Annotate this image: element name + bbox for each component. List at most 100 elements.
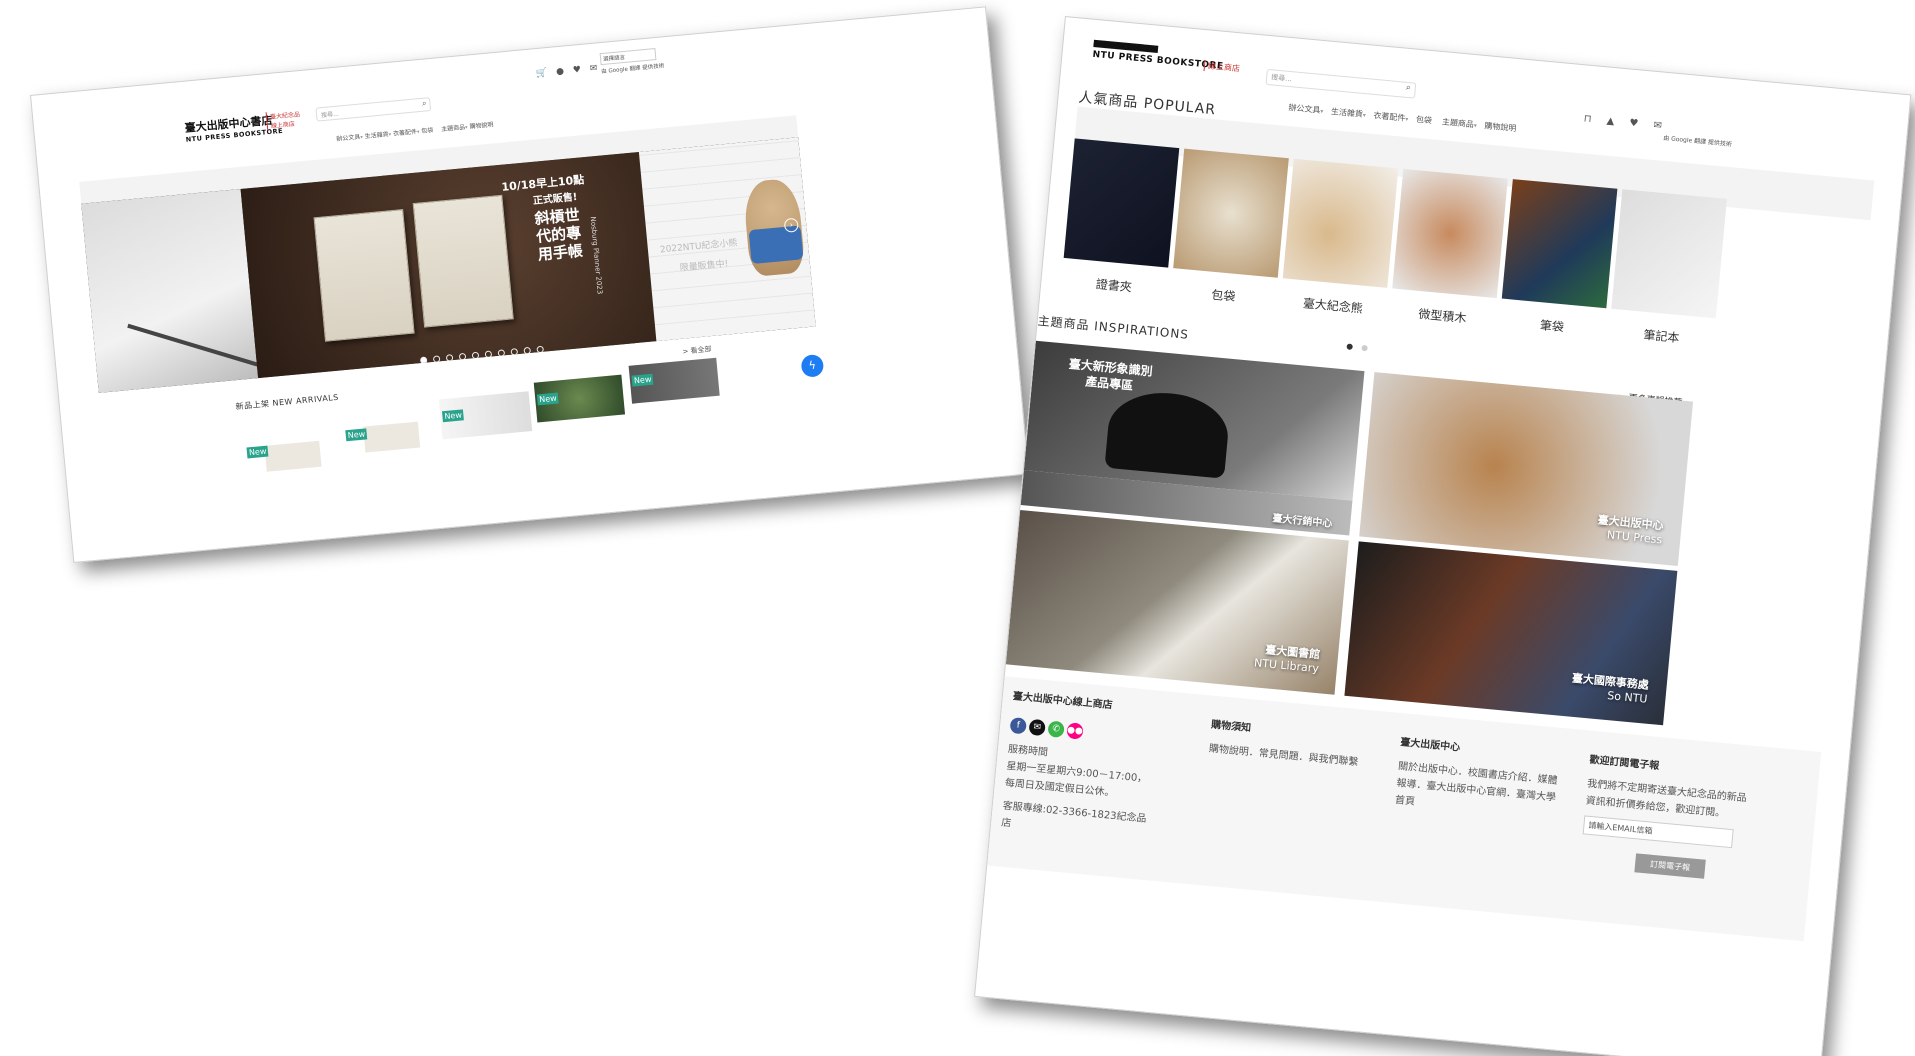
user-icon[interactable]: ▲ <box>1606 116 1615 128</box>
translate-widget[interactable]: 選擇語言 由 Google 翻譯 提供技術 <box>599 47 664 75</box>
planner-2 <box>412 194 514 328</box>
planner-1 <box>313 209 415 342</box>
carousel-dot[interactable] <box>1346 343 1353 350</box>
translate-powered: 由 Google 翻譯 提供技術 <box>1662 134 1733 149</box>
cap-image <box>1104 387 1232 479</box>
tile-caption: 臺大出版中心 NTU Press <box>1596 511 1664 546</box>
tile-ntu-press[interactable]: 臺大出版中心 NTU Press <box>1359 372 1694 566</box>
right-screenshot: ▀▀▀▀▀▀ NTU PRESS BOOKSTORE 線上商店 搜尋... ⌕ … <box>974 16 1912 1056</box>
nav-theme[interactable]: 主題商品 <box>1441 116 1475 130</box>
carousel-dot[interactable] <box>510 348 519 356</box>
category-label: 筆袋 <box>1539 318 1565 335</box>
nav-guide[interactable]: 購物說明 <box>469 119 494 130</box>
category-label: 證書夾 <box>1095 277 1133 295</box>
category-label: 微型積木 <box>1417 306 1467 326</box>
category-image <box>1282 158 1399 288</box>
carousel-dot[interactable] <box>1361 344 1368 352</box>
category-label: 包袋 <box>1210 287 1236 304</box>
category-image <box>1063 138 1180 268</box>
tile-caption-zh: 臺大行銷中心 <box>1271 513 1333 530</box>
user-icon[interactable]: ● <box>556 67 565 78</box>
category-label: 筆記本 <box>1642 327 1681 346</box>
carousel-dot[interactable] <box>432 355 441 363</box>
carousel-dot[interactable] <box>419 356 428 365</box>
new-badge: New <box>246 445 269 459</box>
cart-icon[interactable]: ⊓ <box>1583 113 1592 125</box>
heart-icon[interactable]: ♥ <box>572 65 581 76</box>
left-screenshot: 臺大出版中心書店 NTU PRESS BOOKSTORE 臺大紀念品 線上商店 … <box>30 6 1030 563</box>
hero-left-photo <box>81 188 259 393</box>
category-certificate[interactable]: 證書夾 <box>1061 138 1180 298</box>
category-label: 臺大紀念熊 <box>1302 296 1364 316</box>
footer-col-1-title: 臺大出版中心線上商店 <box>1012 691 1113 712</box>
logo-side: 臺大紀念品 線上商店 <box>265 109 302 131</box>
category-bears[interactable]: 臺大紀念熊 <box>1280 158 1399 319</box>
tile-so-ntu[interactable]: 臺大國際事務處 So NTU <box>1344 541 1678 726</box>
carousel-dot[interactable] <box>484 350 493 359</box>
nav-life[interactable]: 生活雜貨 <box>1330 106 1364 120</box>
facebook-icon[interactable]: f <box>1009 717 1027 735</box>
nav-wear[interactable]: 衣著配件 <box>393 126 418 137</box>
nav-bags[interactable]: 包袋 <box>1415 114 1433 126</box>
new-arrivals-title: 新品上架 NEW ARRIVALS <box>235 392 340 412</box>
mail-icon[interactable]: ✉ <box>589 64 597 75</box>
product-thumb[interactable] <box>264 440 322 472</box>
category-image <box>1501 179 1618 309</box>
new-badge: New <box>345 428 368 442</box>
logo-side-2: 線上商店 <box>270 120 296 130</box>
footer-col-3-links[interactable]: 關於出版中心．校園書店介紹．媒體報導．臺大出版中心官網．臺灣大學首頁 <box>1394 758 1558 824</box>
search-input[interactable]: 搜尋... ⌕ <box>315 97 432 122</box>
nav-bags[interactable]: 包袋 <box>421 125 434 135</box>
search-icon[interactable]: ⌕ <box>1405 83 1411 93</box>
messenger-icon[interactable]: ϟ <box>800 353 825 378</box>
new-badge: New <box>441 409 465 423</box>
footer-col-4-title: 歡迎訂閱電子報 <box>1588 754 1660 773</box>
header-icons: ⊓ ▲ ♥ ✉ <box>1583 113 1662 131</box>
search-icon[interactable]: ⌕ <box>422 98 427 108</box>
nav-wear[interactable]: 衣著配件 <box>1373 110 1406 124</box>
nav-theme[interactable]: 主題商品 <box>441 122 466 133</box>
footer-col-2: 購物須知 購物說明．常見問題．與我們聯繫 <box>1208 716 1361 772</box>
footer-col-2-title: 購物須知 <box>1210 719 1252 735</box>
category-image <box>1611 189 1727 319</box>
subscribe-button[interactable]: 訂閱電子報 <box>1634 853 1706 879</box>
see-all-link[interactable]: > 看全部 <box>682 344 712 357</box>
carousel-dot[interactable] <box>471 351 480 360</box>
category-blocks[interactable]: 微型積木 <box>1389 168 1508 329</box>
carousel-dot[interactable] <box>536 345 544 354</box>
carousel-dot[interactable] <box>497 349 506 357</box>
product-thumb[interactable] <box>363 421 421 453</box>
category-image <box>1392 168 1508 299</box>
social-links: f ✉ ✆ ●● <box>1009 712 1161 747</box>
tile-ntu-library[interactable]: 臺大圖書館 NTU Library <box>1005 509 1349 695</box>
nav-guide[interactable]: 購物說明 <box>1484 120 1517 134</box>
inspirations-title: 主題商品 INSPIRATIONS <box>1037 313 1190 342</box>
mail-icon[interactable]: ✉ <box>1653 120 1662 132</box>
flickr-icon[interactable]: ●● <box>1066 722 1084 740</box>
email-icon[interactable]: ✉ <box>1028 718 1046 737</box>
tile-title: 臺大新形象識別 產品專區 <box>1067 356 1154 396</box>
footer-col-2-links[interactable]: 購物說明．常見問題．與我們聯繫 <box>1208 740 1359 771</box>
carousel-dot[interactable] <box>458 352 467 361</box>
category-pencil-case[interactable]: 筆袋 <box>1499 179 1618 339</box>
phone-text: 客服專線:02-3366-1823紀念品店 <box>1000 800 1147 830</box>
heart-icon[interactable]: ♥ <box>1629 118 1639 130</box>
search-placeholder: 搜尋... <box>1270 73 1293 84</box>
left-nav: 辦公文具 ▾ 生活雜貨 ▾ 衣著配件 ▾ 包袋 主題商品 ▾ 購物說明 <box>336 119 494 143</box>
footer: 臺大出版中心線上商店 f ✉ ✆ ●● 服務時間 星期一至星期六9:00－17:00，… <box>987 676 1822 942</box>
nav-office[interactable]: 辦公文具 <box>1288 102 1321 116</box>
search-input[interactable]: 搜尋... ⌕ <box>1265 68 1417 99</box>
tile-caption: 臺大行銷中心 <box>1272 509 1333 529</box>
category-bags[interactable]: 包袋 <box>1170 148 1289 309</box>
nav-office[interactable]: 辦公文具 <box>336 132 361 143</box>
nav-life[interactable]: 生活雜貨 <box>364 129 389 140</box>
phone-icon[interactable]: ✆ <box>1047 720 1065 738</box>
popular-dots[interactable] <box>1346 334 1369 355</box>
hero-title: 斜槓世代的專用手帳 <box>533 205 584 264</box>
category-notebook[interactable]: 筆記本 <box>1608 189 1727 349</box>
carousel-dot[interactable] <box>445 354 454 362</box>
carousel-dot[interactable] <box>523 346 532 355</box>
search-placeholder: 搜尋... <box>320 110 340 120</box>
cart-icon[interactable]: 🛒 <box>536 68 548 79</box>
header-icons: 🛒 ● ♥ ✉ <box>536 64 598 80</box>
